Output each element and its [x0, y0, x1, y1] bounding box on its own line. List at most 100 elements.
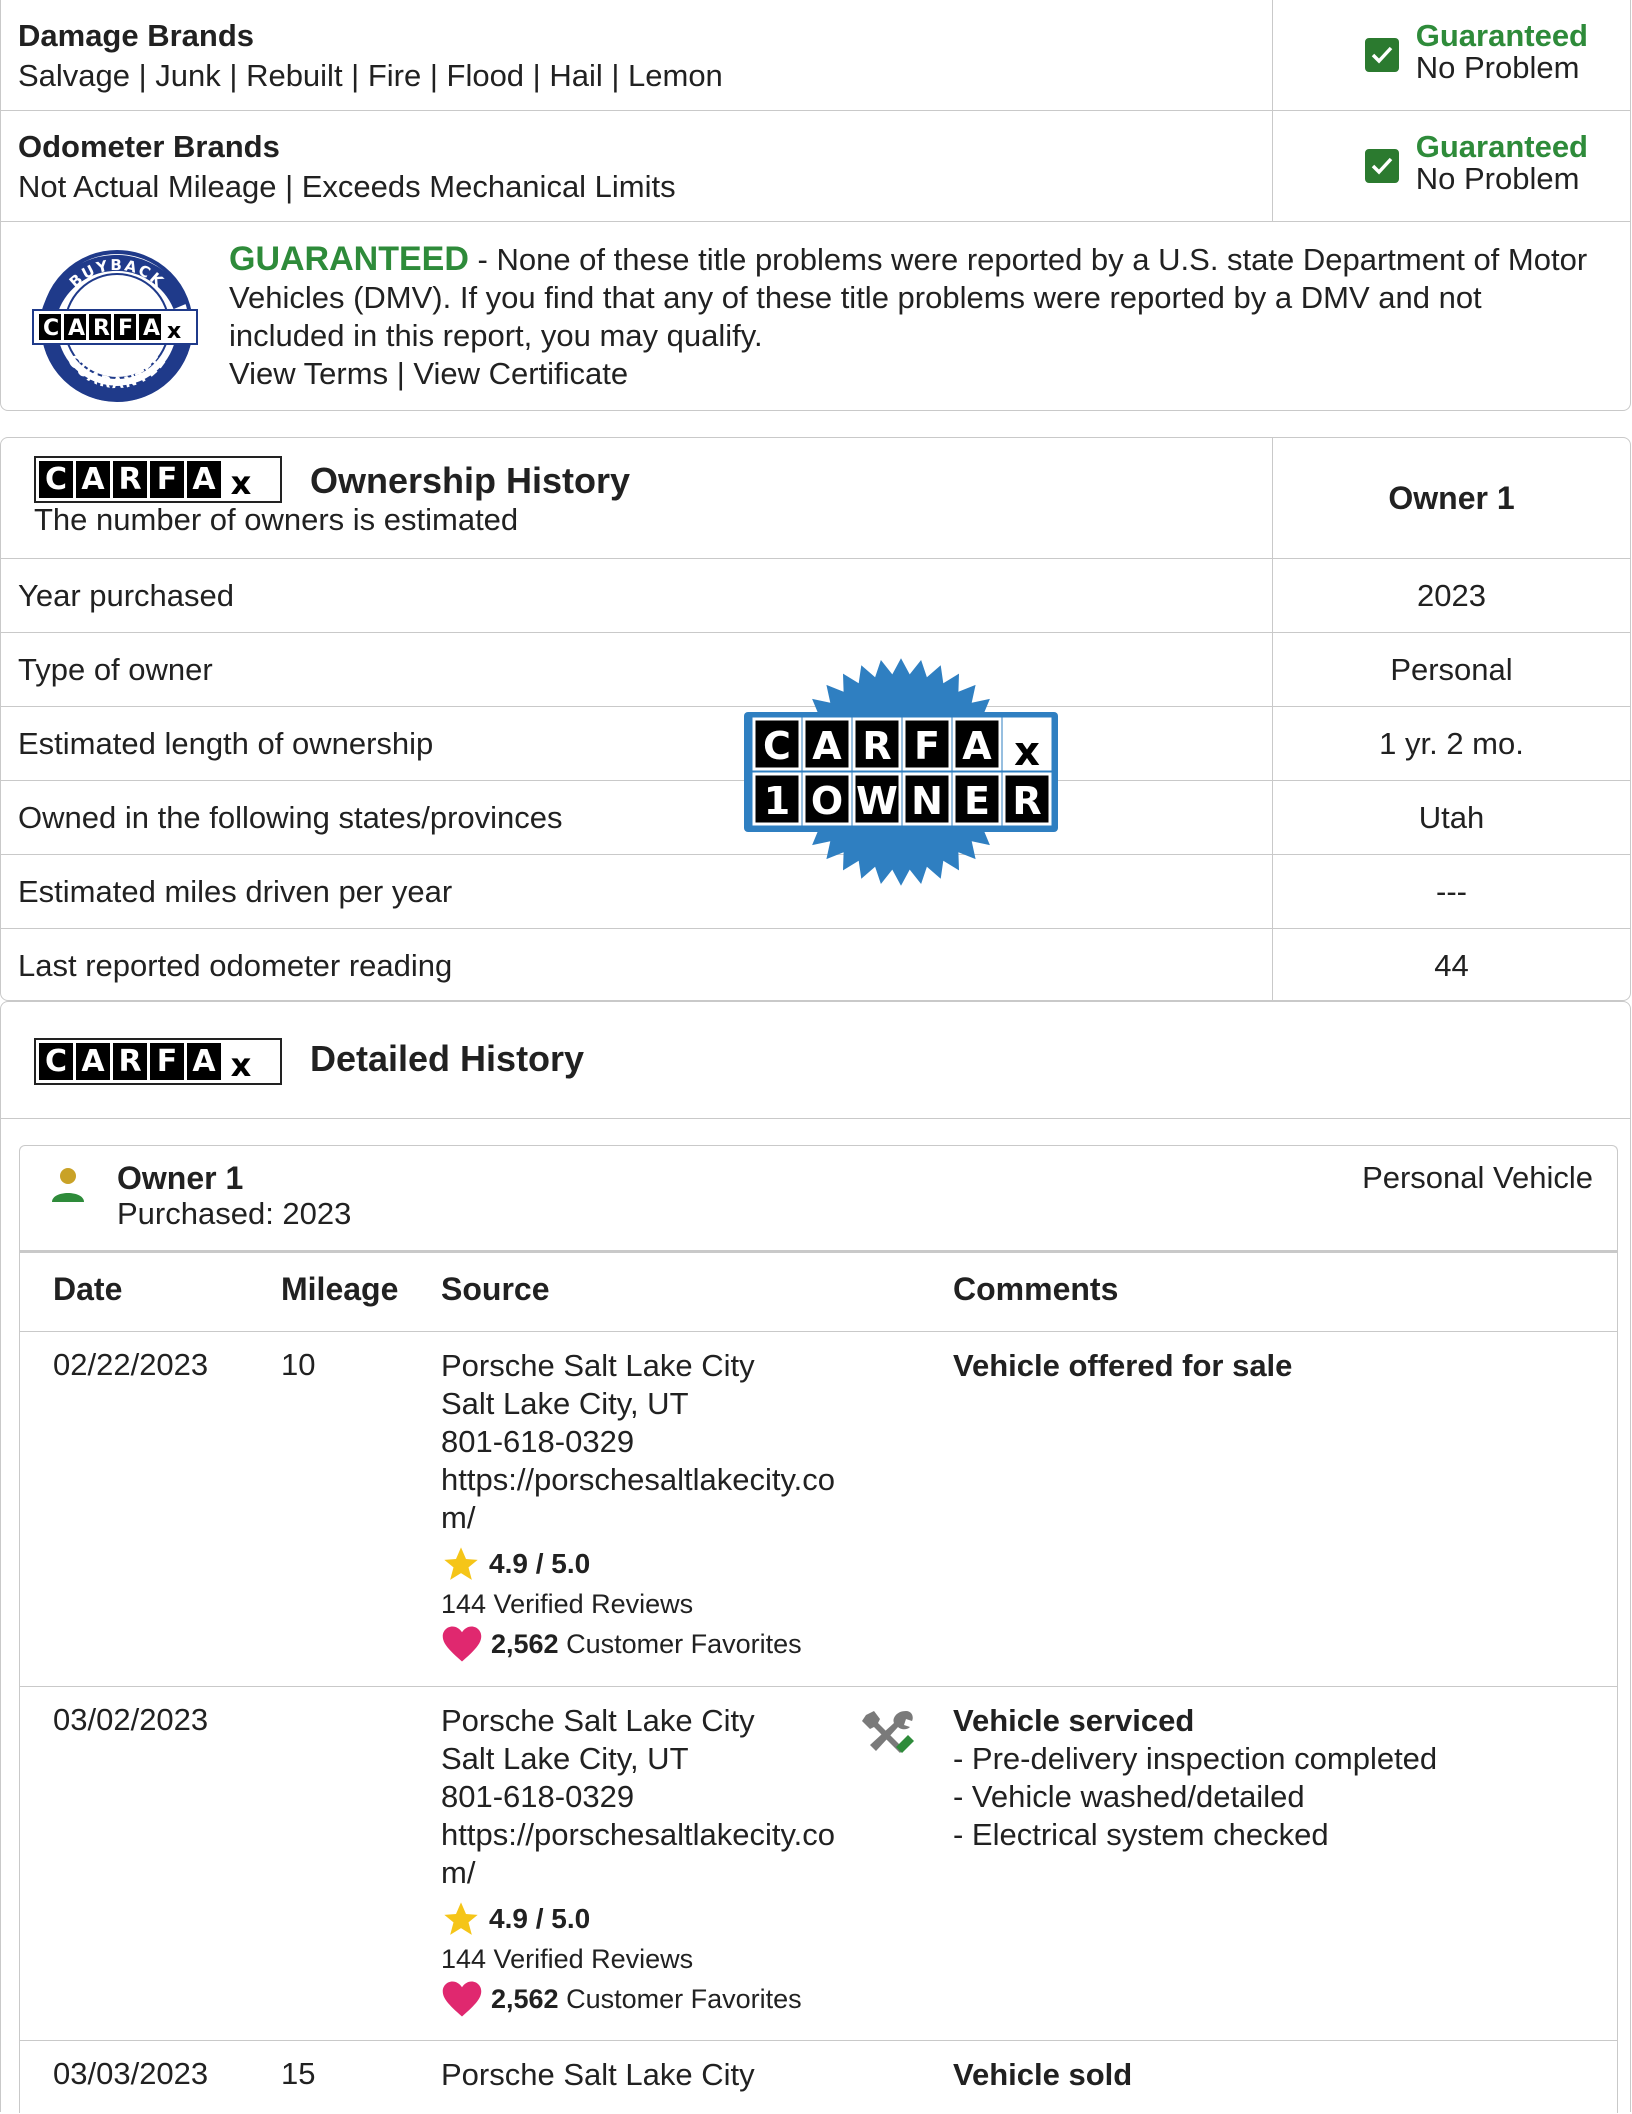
source-column-header: Source — [441, 1271, 550, 1307]
ownership-row: Year purchased 2023 — [1, 559, 1630, 633]
source-phone[interactable]: 801-618-0329 — [441, 1423, 861, 1461]
dealer-rating: 4.9 / 5.0 — [441, 1898, 861, 1940]
record-source: Porsche Salt Lake City Salt Lake City, U… — [441, 1347, 861, 1665]
odometer-brands-row: Odometer Brands Not Actual Mileage | Exc… — [1, 111, 1630, 222]
seal-letter: x — [1014, 729, 1040, 775]
row-value: 2023 — [1417, 578, 1486, 613]
title-brands-panel: Damage Brands Salvage | Junk | Rebuilt |… — [0, 0, 1631, 411]
status-guaranteed: Guaranteed — [1415, 129, 1588, 164]
seal-letter: 1 — [764, 779, 790, 823]
record-source: Porsche Salt Lake City — [441, 2056, 861, 2094]
view-certificate-link[interactable]: View Certificate — [413, 356, 628, 391]
row-value: Utah — [1418, 800, 1485, 835]
owner-card: Owner 1 Purchased: 2023 Personal Vehicle… — [19, 1145, 1618, 2113]
rating-value: 4.9 / 5.0 — [489, 1548, 591, 1579]
comment-line: - Electrical system checked — [953, 1817, 1329, 1852]
comment-line: - Vehicle washed/detailed — [953, 1779, 1305, 1814]
history-record: 02/22/2023 10 Porsche Salt Lake City Sal… — [20, 1332, 1617, 1687]
buyback-guarantee-badge-icon: BUYBACK GUARANTEE C A R F A x — [32, 250, 198, 402]
heart-icon — [442, 1981, 482, 2017]
star-icon — [444, 1902, 478, 1935]
damage-brands-list: Salvage | Junk | Rebuilt | Fire | Flood … — [18, 58, 723, 93]
heart-icon — [442, 1626, 482, 1662]
odometer-brands-title: Odometer Brands — [18, 129, 280, 164]
row-label: Estimated miles driven per year — [18, 874, 453, 909]
record-comments: Vehicle offered for sale — [953, 1347, 1593, 1385]
record-comments: Vehicle serviced - Pre-delivery inspecti… — [953, 1702, 1593, 1854]
guaranteed-word: GUARANTEED — [229, 240, 469, 278]
carfax-logo: C A R F A x — [34, 456, 282, 503]
svg-text:C: C — [43, 316, 59, 341]
ownership-subtitle: The number of owners is estimated — [34, 502, 519, 537]
row-value: Personal — [1390, 652, 1513, 687]
favorites-count: 2,562 — [491, 1984, 559, 2014]
star-icon — [444, 1547, 478, 1580]
owner-column-header: Owner 1 — [1388, 480, 1515, 516]
ownership-title: Ownership History — [310, 460, 631, 501]
source-url[interactable]: https://porschesaltlakecity.com/ — [441, 1461, 861, 1537]
favorites-count: 2,562 — [491, 1629, 559, 1659]
carfax-one-owner-seal-icon: CARFAx 1OWNER — [744, 658, 1058, 886]
seal-letter: A — [962, 724, 992, 768]
row-label: Owned in the following states/provinces — [18, 800, 563, 835]
comment-title: Vehicle offered for sale — [953, 1348, 1293, 1383]
row-label: Estimated length of ownership — [18, 726, 434, 761]
source-name[interactable]: Porsche Salt Lake City — [441, 1702, 861, 1740]
svg-text:A: A — [143, 316, 160, 341]
detailed-history-title: Detailed History — [310, 1038, 585, 1079]
comment-title: Vehicle sold — [953, 2057, 1133, 2092]
seal-letter: W — [856, 779, 898, 823]
row-label: Type of owner — [18, 652, 213, 687]
checkmark-icon — [1365, 149, 1399, 183]
seal-letter: R — [862, 724, 891, 768]
detailed-history-panel: C A R F A x Detailed History Owner 1 Pur… — [0, 1001, 1631, 2113]
view-terms-link[interactable]: View Terms — [229, 356, 388, 391]
dealer-rating: 4.9 / 5.0 — [441, 1543, 861, 1585]
source-name[interactable]: Porsche Salt Lake City — [441, 2056, 861, 2094]
record-date: 02/22/2023 — [53, 1347, 209, 1382]
seal-letter: N — [911, 779, 943, 823]
svg-text:x: x — [167, 319, 181, 344]
seal-letter: C — [763, 724, 791, 768]
source-phone[interactable]: 801-618-0329 — [441, 1778, 861, 1816]
customer-favorites: 2,562 Customer Favorites — [441, 1623, 861, 1665]
source-name[interactable]: Porsche Salt Lake City — [441, 1347, 861, 1385]
history-record: 03/02/2023 Porsche Salt Lake City Salt L… — [20, 1687, 1617, 2041]
buyback-guarantee: BUYBACK GUARANTEE C A R F A x GUARANTEED… — [1, 222, 1630, 410]
verified-reviews-link[interactable]: 144 Verified Reviews — [441, 1940, 861, 1978]
favorites-label: Customer Favorites — [566, 1984, 802, 2014]
status-result: No Problem — [1415, 50, 1580, 85]
comments-column-header: Comments — [953, 1271, 1119, 1307]
history-record: 03/03/2023 15 Porsche Salt Lake City Veh… — [20, 2041, 1617, 2114]
guarantee-text: GUARANTEED - None of these title problem… — [229, 240, 1589, 393]
owner-person-icon — [52, 1168, 84, 1202]
row-value: 1 yr. 2 mo. — [1379, 726, 1524, 761]
record-mileage: 15 — [281, 2056, 316, 2091]
comment-line: - Pre-delivery inspection completed — [953, 1741, 1438, 1776]
seal-letter: E — [964, 779, 990, 823]
source-city: Salt Lake City, UT — [441, 1741, 689, 1776]
verified-reviews-link[interactable]: 144 Verified Reviews — [441, 1585, 861, 1623]
record-date: 03/03/2023 — [53, 2056, 209, 2091]
damage-brands-title: Damage Brands — [18, 18, 255, 53]
seal-letter: F — [914, 724, 940, 768]
record-source: Porsche Salt Lake City Salt Lake City, U… — [441, 1702, 861, 2020]
row-value: --- — [1436, 874, 1467, 909]
row-value: 44 — [1434, 948, 1469, 983]
record-date: 03/02/2023 — [53, 1702, 209, 1737]
owner-purchased: Purchased: 2023 — [117, 1196, 352, 1231]
seal-letter: A — [812, 724, 842, 768]
rating-value: 4.9 / 5.0 — [489, 1903, 591, 1934]
ownership-row: Last reported odometer reading 44 — [1, 929, 1630, 1000]
row-label: Last reported odometer reading — [18, 948, 453, 983]
status-guaranteed: Guaranteed — [1415, 18, 1588, 53]
favorites-label: Customer Favorites — [566, 1629, 802, 1659]
wrench-screwdriver-icon — [862, 1711, 914, 1753]
odometer-brands-list: Not Actual Mileage | Exceeds Mechanical … — [18, 169, 676, 204]
carfax-logo: C A R F A x — [34, 1038, 282, 1085]
record-comments: Vehicle sold — [953, 2056, 1593, 2094]
comment-title: Vehicle serviced — [953, 1703, 1195, 1738]
record-mileage: 10 — [281, 1347, 316, 1382]
source-url[interactable]: https://porschesaltlakecity.com/ — [441, 1816, 861, 1892]
customer-favorites: 2,562 Customer Favorites — [441, 1978, 861, 2020]
